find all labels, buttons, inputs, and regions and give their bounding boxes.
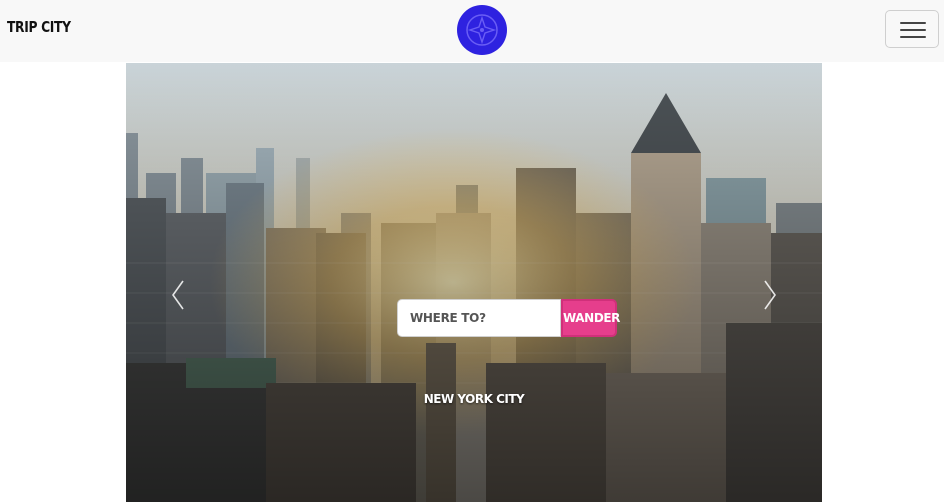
city-skyline-image — [126, 63, 822, 502]
slide-caption: NEW YORK CITY — [423, 392, 525, 406]
carousel-next-button[interactable] — [755, 278, 785, 312]
hamburger-menu-button[interactable] — [885, 10, 939, 48]
compass-logo-icon[interactable] — [457, 5, 507, 55]
chevron-left-icon — [172, 280, 184, 310]
wander-button[interactable]: WANDER — [561, 299, 620, 337]
chevron-right-icon — [764, 280, 776, 310]
destination-search-form: WANDER — [397, 299, 620, 337]
carousel-prev-button[interactable] — [163, 278, 193, 312]
brand-name[interactable]: TRIP CITY — [7, 18, 71, 36]
navbar: TRIP CITY — [0, 0, 944, 62]
destination-search-input[interactable] — [397, 299, 561, 337]
hamburger-bar — [900, 29, 926, 31]
hamburger-menu-icon — [900, 22, 926, 24]
hamburger-bar — [900, 36, 926, 38]
hero-carousel: WANDER NEW YORK CITY — [126, 63, 822, 502]
